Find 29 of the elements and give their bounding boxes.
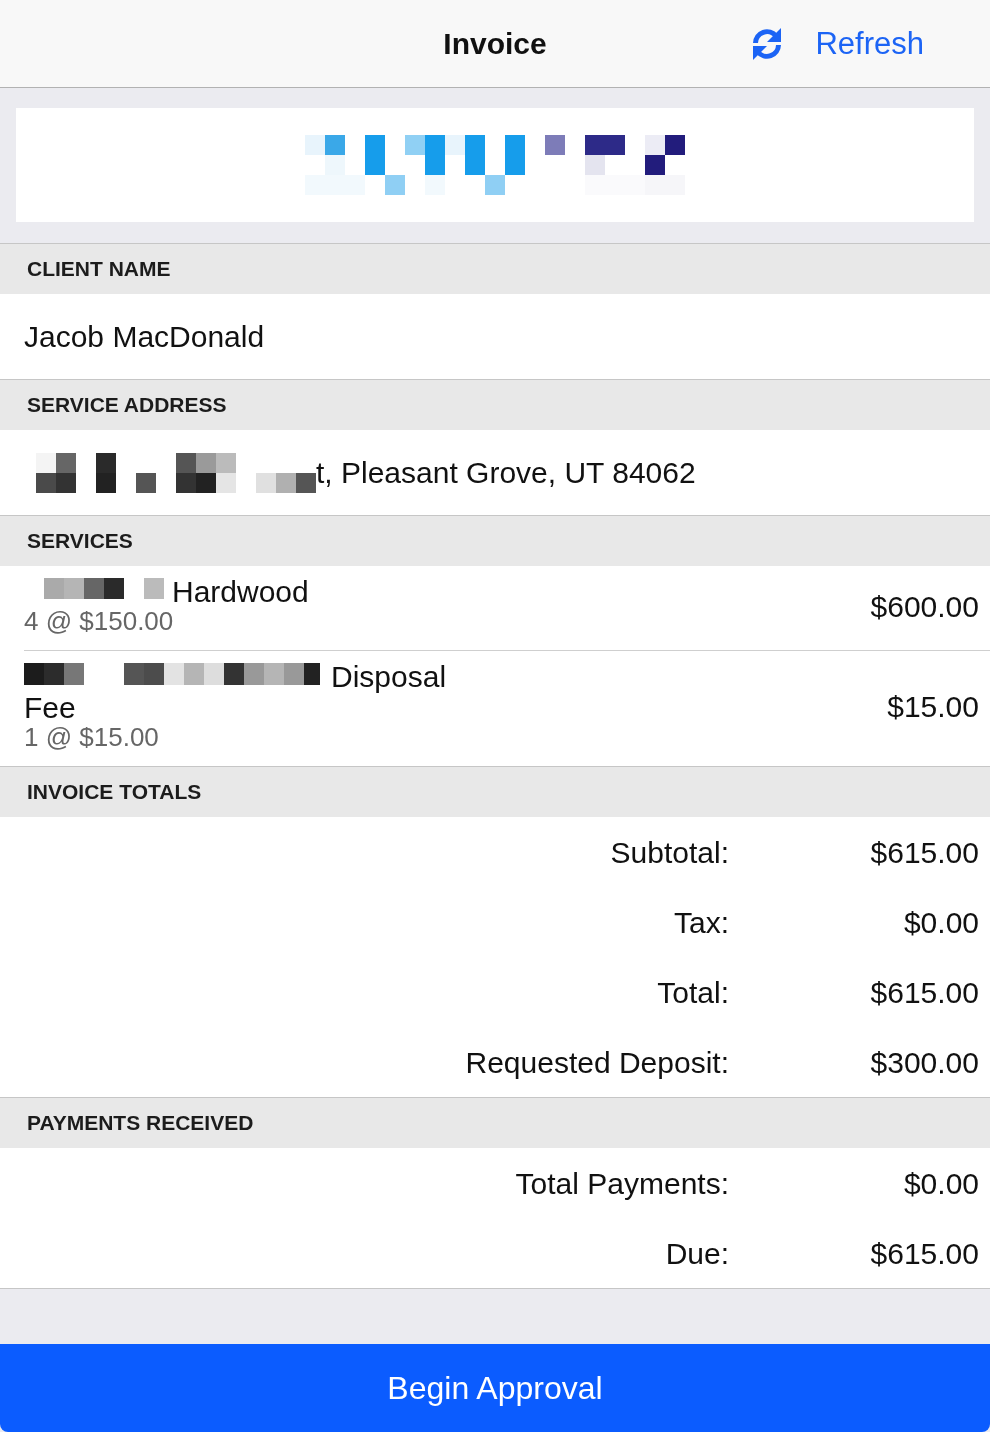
section-header: INVOICE TOTALS [0,766,990,817]
total-value: $615.00 [869,974,979,1011]
total-value: $0.00 [902,1165,979,1202]
total-label: Due: [664,1235,729,1272]
section-header: SERVICES [0,515,990,566]
page-title: Invoice [443,28,547,59]
section-header: PAYMENTS RECEIVED [0,1097,990,1148]
total-value: $300.00 [869,1044,979,1081]
service-name: Hardwood [172,576,309,607]
field-value: Jacob MacDonald [24,319,265,355]
service-name: Disposal [331,661,447,692]
total-label: Total: [656,974,729,1011]
total-label: Requested Deposit: [464,1044,729,1081]
service-quantity: 4 @ $150.00 [24,607,175,636]
total-label: Total Payments: [514,1165,729,1202]
service-name: Fee [24,692,76,723]
section-header: CLIENT NAME [0,243,990,294]
begin-approval-button[interactable]: Begin Approval [0,1344,990,1432]
total-value: $615.00 [869,1235,979,1272]
total-label: Tax: [672,904,729,941]
total-label: Subtotal: [609,834,729,871]
section-header: SERVICE ADDRESS [0,379,990,430]
service-quantity: 1 @ $15.00 [24,723,160,752]
total-value: $0.00 [902,904,979,941]
total-value: $615.00 [869,834,979,871]
field-value: t, Pleasant Grove, UT 84062 [316,455,696,491]
refresh-button[interactable]: Refresh [749,25,924,62]
service-amount: $15.00 [887,689,979,725]
service-amount: $600.00 [870,588,979,625]
